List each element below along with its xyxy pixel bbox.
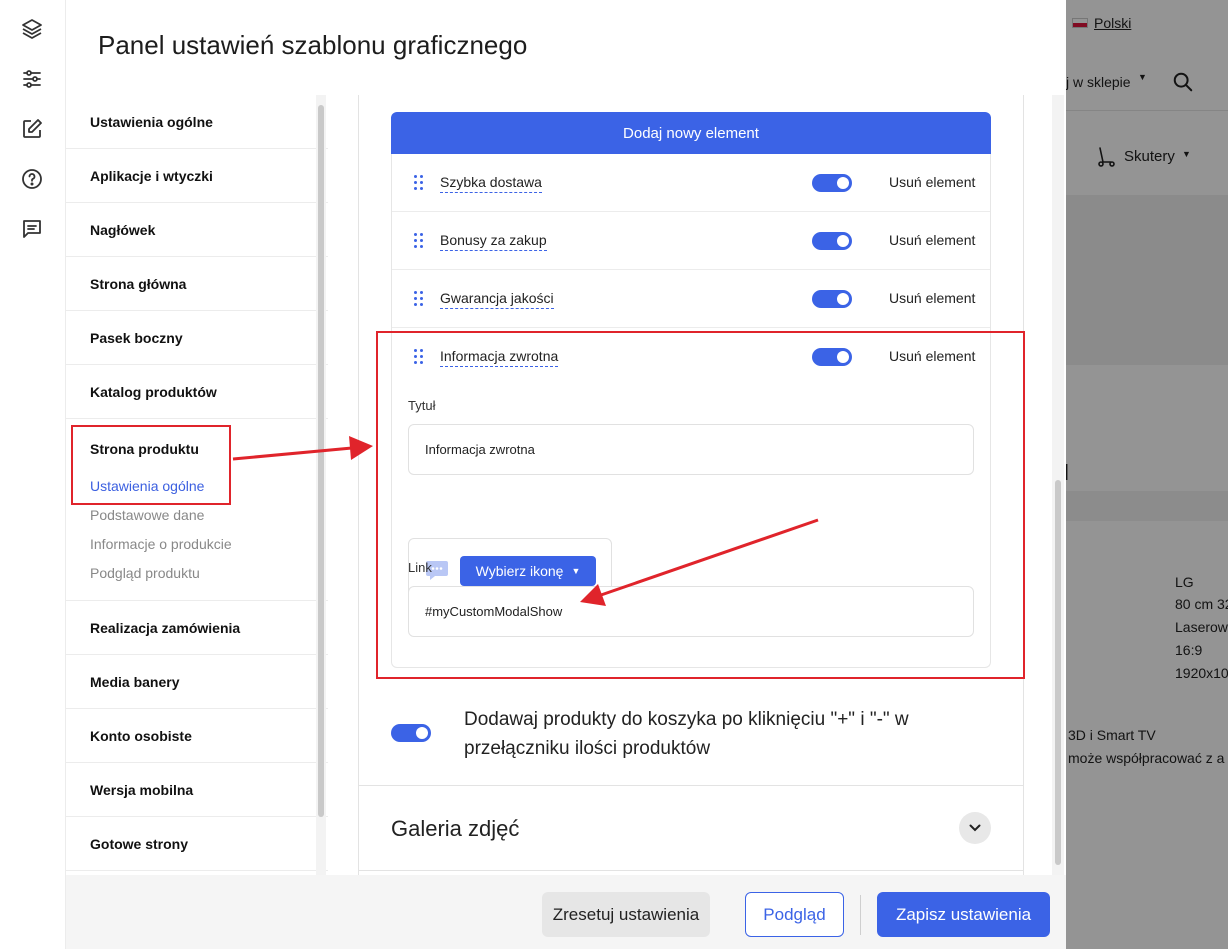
sidebar-item-general[interactable]: Ustawienia ogólne (66, 95, 328, 149)
add-element-button[interactable]: Dodaj nowy element (391, 112, 991, 154)
chevron-down-icon (969, 824, 981, 832)
element-name[interactable]: Gwarancja jakości (440, 290, 554, 309)
drag-handle-icon[interactable] (414, 175, 424, 191)
help-icon[interactable] (20, 167, 44, 191)
edit-icon[interactable] (20, 117, 44, 141)
sliders-icon[interactable] (20, 67, 44, 91)
list-item: Bonusy za zakup Usuń element (392, 212, 990, 270)
sidebar-item-sidebar[interactable]: Pasek boczny (66, 311, 328, 365)
sidebar-item-account[interactable]: Konto osobiste (66, 709, 328, 763)
expand-button[interactable] (959, 812, 991, 844)
sidebar-item-mobile[interactable]: Wersja mobilna (66, 763, 328, 817)
icon-rail (0, 0, 66, 949)
sidebar-subitem-basic-data[interactable]: Podstawowe dane (90, 508, 328, 537)
gallery-title: Galeria zdjęć (391, 816, 520, 841)
add-to-cart-option-label: Dodawaj produkty do koszyka po kliknięci… (464, 709, 909, 759)
message-icon[interactable] (20, 217, 44, 241)
list-item: Szybka dostawa Usuń element (392, 154, 990, 212)
sidebar-item-checkout[interactable]: Realizacja zamówienia (66, 601, 328, 655)
panel-footer: Zresetuj ustawienia Podgląd Zapisz ustaw… (66, 875, 1066, 949)
list-item: Gwarancja jakości Usuń element (392, 270, 990, 328)
sidebar-item-media-banners[interactable]: Media banery (66, 655, 328, 709)
sidebar-subitem-product-info[interactable]: Informacje o produkcie (90, 537, 328, 566)
element-name[interactable]: Szybka dostawa (440, 174, 542, 193)
sidebar-item-home[interactable]: Strona główna (66, 257, 328, 311)
preview-button[interactable]: Podgląd (745, 892, 844, 937)
sidebar-subitem-product-preview[interactable]: Podgląd produktu (90, 566, 328, 595)
footer-divider (860, 895, 861, 935)
sidebar-item-ready-pages[interactable]: Gotowe strony (66, 817, 328, 871)
element-toggle[interactable] (812, 290, 852, 308)
scrollbar-thumb[interactable] (1055, 480, 1061, 865)
content-scrollbar[interactable] (1052, 95, 1064, 875)
element-toggle[interactable] (812, 174, 852, 192)
drag-handle-icon[interactable] (414, 233, 424, 249)
remove-element-button[interactable]: Usuń element (889, 174, 975, 190)
layers-icon[interactable] (20, 17, 44, 41)
element-name[interactable]: Bonusy za zakup (440, 232, 547, 251)
annotation-box-element (376, 331, 1025, 679)
add-to-cart-toggle[interactable] (391, 724, 431, 742)
sidebar-scrollbar[interactable] (316, 95, 326, 875)
remove-element-button[interactable]: Usuń element (889, 232, 975, 248)
element-toggle[interactable] (812, 232, 852, 250)
drag-handle-icon[interactable] (414, 291, 424, 307)
remove-element-button[interactable]: Usuń element (889, 290, 975, 306)
reset-settings-button[interactable]: Zresetuj ustawienia (542, 892, 710, 937)
store-backdrop: Polski j w sklepie ▼ Skutery ▼ l LG 80 c… (1066, 0, 1228, 949)
sidebar-item-header[interactable]: Nagłówek (66, 203, 328, 257)
page-title: Panel ustawień szablonu graficznego (98, 30, 528, 60)
annotation-box-nav (71, 425, 231, 505)
gallery-section[interactable]: Galeria zdjęć (359, 785, 1023, 871)
scrollbar-thumb[interactable] (318, 105, 324, 817)
sidebar-item-catalog[interactable]: Katalog produktów (66, 365, 328, 419)
modal-overlay[interactable] (1066, 0, 1228, 949)
sidebar-item-apps[interactable]: Aplikacje i wtyczki (66, 149, 328, 203)
save-settings-button[interactable]: Zapisz ustawienia (877, 892, 1050, 937)
